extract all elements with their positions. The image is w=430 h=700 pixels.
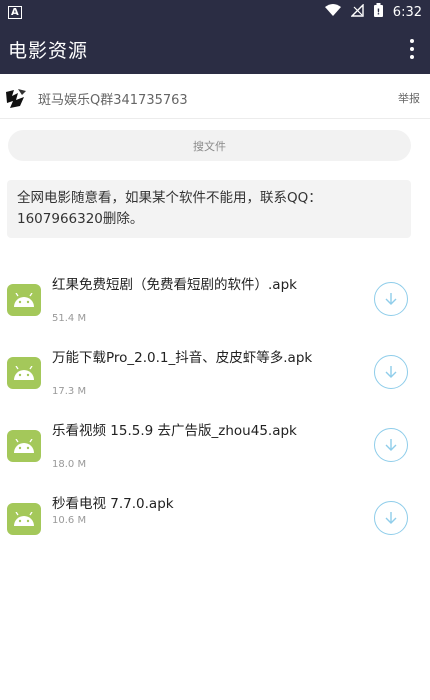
android-icon [7,503,41,535]
download-icon[interactable] [374,355,408,389]
svg-text:!: ! [376,8,380,17]
status-left: A [8,5,22,19]
file-size: 18.0 M [52,459,87,470]
status-right: ! 6:32 [324,2,422,21]
search-input[interactable]: 搜文件 [8,130,411,161]
android-icon [7,357,41,389]
notice-text: 全网电影随意看，如果某个软件不能用，联系QQ：1607966320删除。 [7,180,411,238]
download-icon[interactable] [374,501,408,535]
android-icon [7,284,41,316]
page-title: 电影资源 [8,39,89,62]
uploader-row: 斑马娱乐Q群341735763 举报 [0,80,430,116]
file-name: 万能下载Pro_2.0.1_抖音、皮皮虾等多.apk [52,350,313,366]
wifi-icon [324,4,341,20]
battery-icon: ! [373,3,383,21]
list-item[interactable]: 万能下载Pro_2.0.1_抖音、皮皮虾等多.apk 17.3 M [0,349,430,405]
list-item[interactable]: 秒看电视 7.7.0.apk 10.6 M [0,495,430,551]
file-name: 乐看视频 15.5.9 去广告版_zhou45.apk [52,423,297,439]
more-vert-icon[interactable] [408,39,416,59]
android-icon [7,430,41,462]
download-icon[interactable] [374,428,408,462]
list-item[interactable]: 红果免费短剧（免费看短剧的软件）.apk 51.4 M [0,276,430,332]
signal-off-icon [350,2,364,21]
status-time: 6:32 [392,4,422,20]
file-size: 10.6 M [52,515,87,526]
avatar[interactable] [4,86,28,110]
file-name: 红果免费短剧（免费看短剧的软件）.apk [52,277,297,293]
download-icon[interactable] [374,282,408,316]
file-name: 秒看电视 7.7.0.apk [52,496,174,512]
file-size: 17.3 M [52,386,87,397]
uploader-name[interactable]: 斑马娱乐Q群341735763 [38,89,188,108]
carrier-a-icon: A [8,5,22,19]
status-bar: A ! 6:32 [0,0,430,24]
list-item[interactable]: 乐看视频 15.5.9 去广告版_zhou45.apk 18.0 M [0,422,430,478]
report-link[interactable]: 举报 [398,90,420,106]
app-bar: 电影资源 [0,24,430,74]
divider [0,118,430,119]
file-size: 51.4 M [52,313,87,324]
